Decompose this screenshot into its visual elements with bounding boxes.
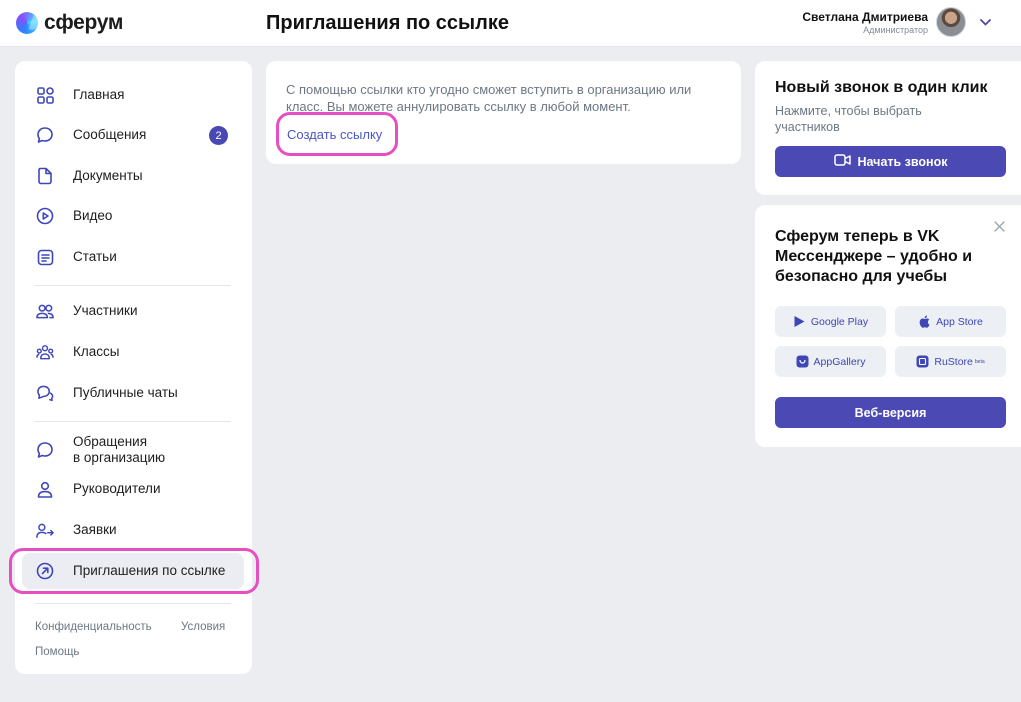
sidebar-item-applications[interactable]: Заявки xyxy=(22,512,244,548)
sidebar-item-org-requests[interactable]: Обращения в организацию xyxy=(22,429,244,471)
sidebar-item-classes[interactable]: Классы xyxy=(22,334,244,370)
web-version-label: Веб-версия xyxy=(854,405,927,420)
app-store-button[interactable]: App Store xyxy=(895,306,1006,337)
chat-bubble-icon xyxy=(36,126,54,144)
logo-text: сферум xyxy=(44,11,124,34)
terms-link[interactable]: Условия xyxy=(181,621,225,633)
app-store-label: App Store xyxy=(936,315,983,328)
google-play-button[interactable]: Google Play xyxy=(775,306,886,337)
sidebar-item-label: Статьи xyxy=(73,249,117,264)
page-title: Приглашения по ссылке xyxy=(266,12,509,34)
sidebar-item-label: Видео xyxy=(73,208,113,223)
sidebar-item-label: Обращения в организацию xyxy=(73,434,165,466)
sidebar-item-messages[interactable]: Сообщения 2 xyxy=(22,117,244,153)
chat-bubble-icon xyxy=(36,441,54,459)
public-chat-icon xyxy=(36,384,54,402)
privacy-link[interactable]: Конфиденциальность xyxy=(35,621,152,633)
rustore-beta-label: beta xyxy=(974,358,985,365)
google-play-icon xyxy=(793,315,806,328)
label-line-2: в организацию xyxy=(73,450,166,465)
article-icon xyxy=(36,248,54,266)
document-icon xyxy=(36,167,54,185)
user-menu[interactable]: Светлана Дмитриева Администратор xyxy=(802,7,991,37)
video-camera-icon xyxy=(833,154,851,169)
highlight-frame xyxy=(276,112,398,156)
highlight-frame xyxy=(9,548,259,594)
person-icon xyxy=(36,480,54,498)
apple-icon xyxy=(918,315,931,328)
sidebar-item-video[interactable]: Видео xyxy=(22,198,244,234)
sidebar-item-members[interactable]: Участники xyxy=(22,293,244,329)
group-icon xyxy=(36,343,54,361)
label-line-1: Обращения xyxy=(73,434,148,449)
appgallery-button[interactable]: AppGallery xyxy=(775,346,886,377)
sidebar-item-documents[interactable]: Документы xyxy=(22,158,244,194)
play-icon xyxy=(36,207,54,225)
sidebar-item-label: Сообщения xyxy=(73,127,147,142)
sidebar-item-label: Участники xyxy=(73,303,138,318)
promo-title: Сферум теперь в VK Мессенджере – удобно … xyxy=(775,228,973,285)
promo-card: Сферум теперь в VK Мессенджере – удобно … xyxy=(755,205,1021,447)
sidebar-item-home[interactable]: Главная xyxy=(22,77,244,113)
sidebar-item-label: Документы xyxy=(73,168,143,183)
sidebar-item-label: Руководители xyxy=(73,481,161,496)
avatar[interactable] xyxy=(936,7,966,37)
user-name: Светлана Дмитриева xyxy=(802,9,928,24)
sidebar-item-label: Публичные чаты xyxy=(73,385,178,400)
sidebar-divider xyxy=(35,603,231,604)
sidebar-divider xyxy=(35,421,231,422)
call-card-subtitle: Нажмите, чтобы выбрать участников xyxy=(775,104,922,134)
grid-icon xyxy=(36,86,54,104)
rustore-label: RuStore xyxy=(934,355,973,368)
sidebar-item-public-chats[interactable]: Публичные чаты xyxy=(22,375,244,411)
appgallery-icon xyxy=(796,355,809,368)
sidebar-item-label: Классы xyxy=(73,344,120,359)
chevron-down-icon[interactable] xyxy=(980,15,991,29)
sidebar-item-label: Главная xyxy=(73,87,125,102)
sidebar-item-articles[interactable]: Статьи xyxy=(22,239,244,275)
appgallery-label: AppGallery xyxy=(813,355,866,368)
unread-badge: 2 xyxy=(209,126,228,145)
sidebar-divider xyxy=(35,285,231,286)
user-role: Администратор xyxy=(863,24,928,35)
users-icon xyxy=(36,302,54,320)
sidebar-item-label: Заявки xyxy=(73,522,117,537)
top-header: сферум Приглашения по ссылке Светлана Дм… xyxy=(0,0,1021,47)
rustore-button[interactable]: RuStore beta xyxy=(895,346,1006,377)
call-card-title: Новый звонок в один клик xyxy=(775,79,988,96)
google-play-label: Google Play xyxy=(810,315,869,328)
start-call-label: Начать звонок xyxy=(857,154,948,169)
call-card: Новый звонок в один клик Нажмите, чтобы … xyxy=(755,61,1021,195)
person-arrow-icon xyxy=(36,521,54,539)
sferum-logo-icon xyxy=(16,12,38,34)
sidebar-item-managers[interactable]: Руководители xyxy=(22,471,244,507)
help-link[interactable]: Помощь xyxy=(35,646,79,658)
logo[interactable]: сферум xyxy=(16,11,123,35)
rustore-icon xyxy=(916,355,929,368)
invite-description: С помощью ссылки кто угодно сможет вступ… xyxy=(286,82,692,114)
web-version-button[interactable]: Веб-версия xyxy=(775,397,1006,428)
start-call-button[interactable]: Начать звонок xyxy=(775,146,1006,177)
